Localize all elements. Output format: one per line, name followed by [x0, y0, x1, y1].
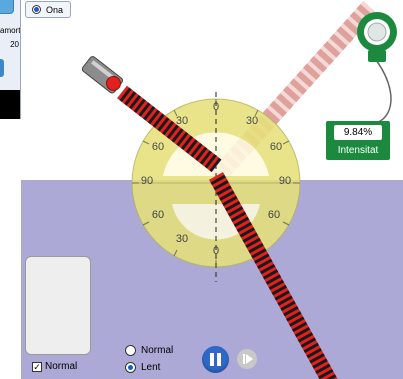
panel-preview: [0, 90, 20, 119]
panel-button[interactable]: [0, 0, 14, 14]
speed-normal-option[interactable]: Normal: [125, 345, 173, 356]
wave-view-option[interactable]: Ona: [25, 1, 71, 18]
protractor-label: 30: [176, 233, 188, 245]
damping-value: 20: [10, 40, 19, 49]
speed-normal-radio[interactable]: [125, 345, 136, 356]
damping-slider-knob[interactable]: [0, 59, 4, 77]
pause-button[interactable]: [202, 346, 229, 373]
damping-label: amort: [0, 26, 20, 35]
step-button[interactable]: [237, 349, 257, 369]
sensor-wire: [371, 59, 392, 125]
protractor-label: 60: [152, 209, 164, 221]
protractor-label: 60: [270, 141, 282, 153]
normal-checkbox[interactable]: ✓: [32, 361, 42, 372]
intensity-sensor-icon: [357, 12, 397, 62]
laser-icon: [81, 56, 124, 94]
wave-radio[interactable]: [32, 5, 41, 14]
speed-slow-radio[interactable]: [125, 362, 136, 373]
intensity-readout: 9.84% Intensitat: [326, 121, 390, 160]
protractor-label: 60: [268, 209, 280, 221]
tool-box[interactable]: [25, 256, 91, 355]
speed-slow-option[interactable]: Lent: [125, 362, 160, 373]
normal-toggle[interactable]: ✓ Normal: [32, 361, 77, 372]
normal-label: Normal: [45, 361, 78, 372]
protractor-label: 90: [279, 175, 291, 187]
control-panel: amort 20: [0, 0, 21, 119]
intensity-label: Intensitat: [337, 145, 379, 156]
protractor-label: 30: [246, 115, 258, 127]
speed-slow-label: Lent: [141, 362, 161, 373]
speed-normal-label: Normal: [141, 345, 174, 356]
protractor-label: 90: [141, 175, 153, 187]
intensity-value: 9.84%: [334, 125, 382, 140]
wave-label: Ona: [46, 4, 64, 15]
protractor-label: 60: [152, 141, 164, 153]
protractor-label: 30: [176, 115, 188, 127]
